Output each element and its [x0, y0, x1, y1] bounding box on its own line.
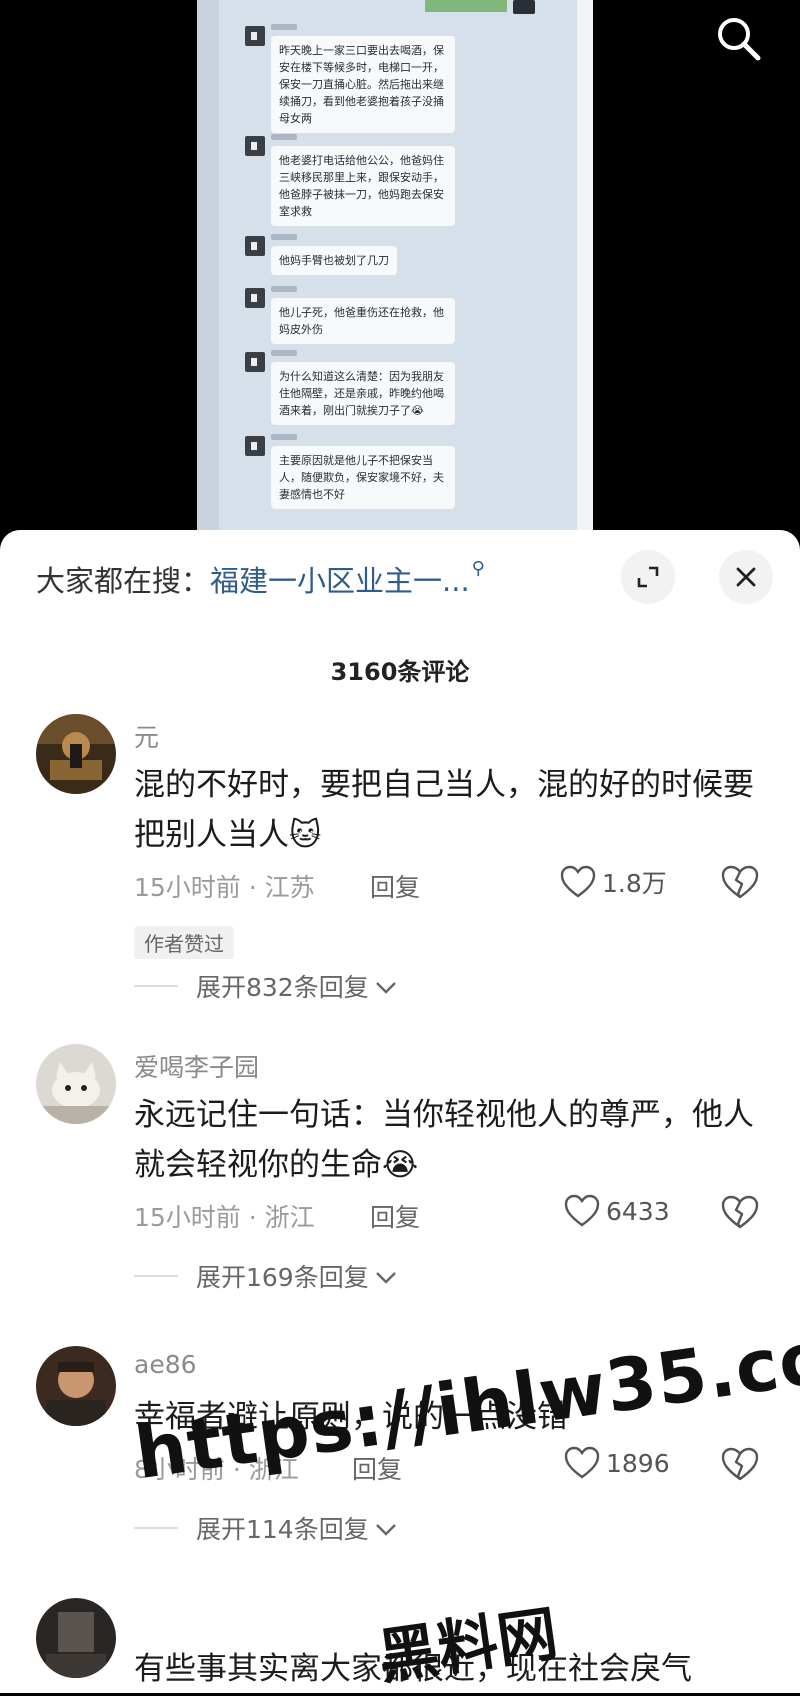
avatar[interactable] [36, 1598, 116, 1678]
reply-button[interactable]: 回复 [370, 1198, 420, 1234]
trending-search-prefix: 大家都在搜： [36, 564, 211, 598]
video-player[interactable]: 昨天晚上一家三口要出去喝酒，保安在楼下等候多时，电梯口一开，保安一刀直捅心脏。然… [0, 0, 800, 540]
expand-replies-button[interactable]: 展开114条回复 [134, 1510, 397, 1546]
chevron-down-icon [375, 1262, 397, 1291]
chat-avatar [245, 436, 265, 456]
avatar[interactable] [36, 1044, 116, 1124]
chat-avatar [245, 26, 265, 46]
like-count: 6433 [606, 1196, 670, 1226]
chat-bubble: 他妈手臂也被划了几刀 [271, 246, 397, 275]
chevron-down-icon [375, 972, 397, 1001]
comment-text: 永远记住一句话：当你轻视他人的尊严，他人就会轻视你的生命😭 [134, 1097, 754, 1183]
close-button[interactable] [719, 550, 773, 604]
like-button[interactable]: 1.8万 [560, 864, 667, 900]
expand-button[interactable] [621, 550, 675, 604]
expand-replies-button[interactable]: 展开169条回复 [134, 1258, 397, 1294]
like-button[interactable]: 6433 [564, 1194, 670, 1228]
comment-username[interactable]: 爱喝李子园 [134, 1048, 259, 1084]
chat-avatar [245, 352, 265, 372]
chat-bubble: 昨天晚上一家三口要出去喝酒，保安在楼下等候多时，电梯口一开，保安一刀直捅心脏。然… [271, 36, 455, 133]
heart-icon [564, 1194, 600, 1227]
heart-icon [560, 865, 596, 898]
comment-count: 3160条评论 [330, 658, 470, 686]
cat-emoji: 🐱 [289, 817, 322, 853]
comment-panel: 大家都在搜：福建一小区业主一... ⚲ 3160条评论 元 混的不好时，要把自己当… [0, 530, 800, 1693]
chat-bubble: 他老婆打电话给他公公，他爸妈住三峡移民那里上来，跟保安动手，他爸脖子被抹一刀，他… [271, 146, 455, 226]
dislike-button[interactable] [720, 864, 760, 904]
trending-search[interactable]: 大家都在搜：福建一小区业主一... ⚲ [36, 558, 485, 600]
dislike-button[interactable] [720, 1446, 760, 1486]
comment-username[interactable]: ae86 [134, 1350, 197, 1379]
video-frame-chat-screenshot: 昨天晚上一家三口要出去喝酒，保安在楼下等候多时，电梯口一开，保安一刀直捅心脏。然… [197, 0, 593, 540]
like-button[interactable]: 1896 [564, 1446, 670, 1480]
avatar[interactable] [36, 714, 116, 794]
search-small-icon: ⚲ [471, 558, 485, 579]
chat-avatar [245, 136, 265, 156]
chat-bubble: 为什么知道这么清楚：因为我朋友住他隔壁，还是亲戚，昨晚约他喝酒来着，刚出门就挨刀… [271, 362, 455, 425]
like-count: 1896 [606, 1448, 670, 1478]
comment-meta: 15小时前 · 江苏 [134, 873, 315, 902]
close-icon [736, 567, 756, 587]
chat-avatar [245, 288, 265, 308]
reply-button[interactable]: 回复 [370, 868, 420, 904]
broken-heart-icon [721, 1447, 759, 1481]
author-liked-badge: 作者赞过 [134, 926, 234, 959]
comment-meta: 15小时前 · 浙江 [134, 1203, 315, 1232]
chat-bubble: 他儿子死，他爸重伤还在抢救，他妈皮外伤 [271, 298, 455, 344]
broken-heart-icon [721, 1195, 759, 1229]
expand-replies-button[interactable]: 展开832条回复 [134, 968, 397, 1004]
avatar[interactable] [36, 1346, 116, 1426]
dislike-button[interactable] [720, 1194, 760, 1234]
heart-icon [564, 1446, 600, 1479]
comment-text: 混的不好时，要把自己当人，混的好的时候要把别人当人🐱 [134, 767, 754, 853]
chat-bubble: 主要原因就是他儿子不把保安当人，随便欺负，保安家境不好，夫妻感情也不好 [271, 446, 455, 509]
search-icon[interactable] [714, 14, 762, 62]
trending-search-query[interactable]: 福建一小区业主一... [210, 564, 470, 598]
chat-avatar [245, 236, 265, 256]
chevron-down-icon [375, 1514, 397, 1543]
comment-username[interactable]: 元 [134, 718, 159, 754]
expand-icon [637, 566, 659, 588]
like-count: 1.8万 [602, 869, 667, 898]
broken-heart-icon [721, 865, 759, 899]
